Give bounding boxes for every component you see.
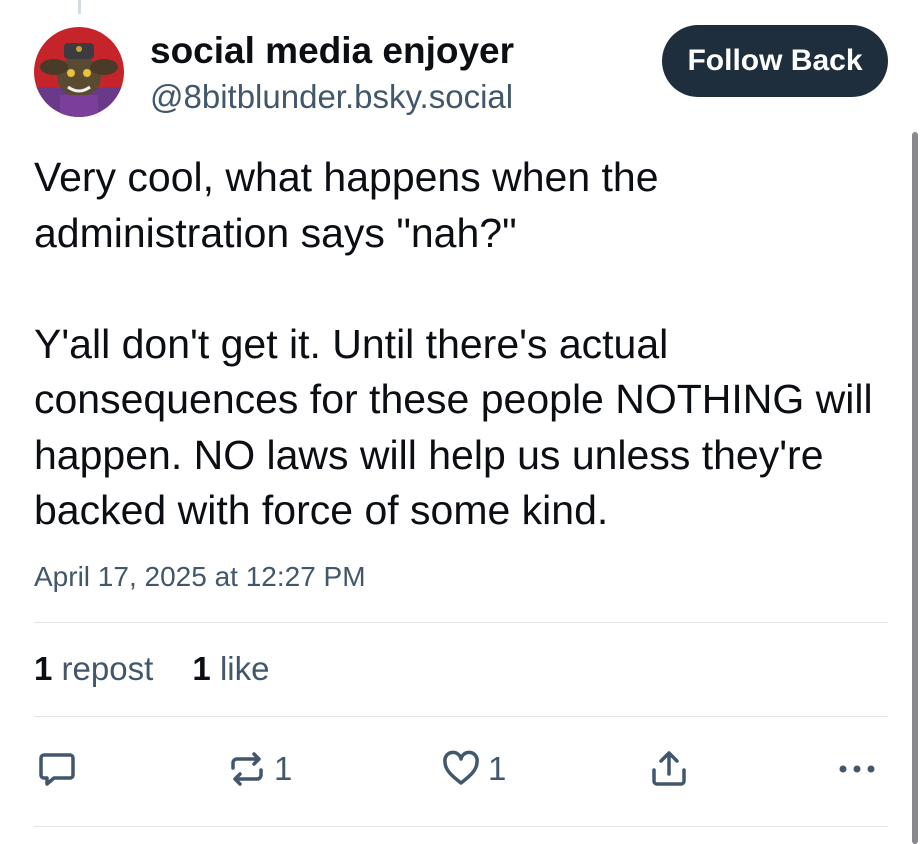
reposts-count: 1 bbox=[34, 650, 53, 687]
share-button[interactable] bbox=[648, 748, 690, 790]
thread-connector-line bbox=[78, 0, 81, 14]
divider bbox=[34, 716, 888, 717]
post-text: Very cool, what happens when the adminis… bbox=[34, 150, 894, 539]
reply-icon bbox=[39, 753, 75, 786]
divider bbox=[34, 826, 888, 827]
author-display-name[interactable]: social media enjoyer bbox=[150, 30, 514, 72]
avatar[interactable] bbox=[34, 27, 124, 117]
reply-button[interactable] bbox=[36, 748, 78, 790]
repost-count: 1 bbox=[274, 750, 293, 787]
avatar-image bbox=[34, 27, 124, 117]
scrollbar[interactable] bbox=[912, 132, 918, 844]
like-button[interactable]: 1 bbox=[440, 748, 506, 790]
repost-icon bbox=[231, 752, 263, 786]
likes-count: 1 bbox=[192, 650, 211, 687]
more-options-button[interactable] bbox=[836, 748, 878, 790]
post-timestamp: April 17, 2025 at 12:27 PM bbox=[34, 561, 366, 592]
post-paragraph: Y'all don't get it. Until there's actual… bbox=[34, 320, 873, 534]
author-handle[interactable]: @8bitblunder.bsky.social bbox=[150, 78, 513, 116]
repost-button[interactable]: 1 bbox=[226, 748, 292, 790]
divider bbox=[34, 622, 888, 623]
post-stats: 1 repost 1 like bbox=[34, 650, 299, 688]
reposts-stat[interactable]: 1 repost bbox=[34, 650, 153, 687]
reposts-label: repost bbox=[61, 650, 154, 687]
follow-back-button[interactable]: Follow Back bbox=[662, 25, 888, 97]
like-count: 1 bbox=[488, 750, 507, 787]
likes-stat[interactable]: 1 like bbox=[192, 650, 269, 687]
heart-icon bbox=[443, 750, 479, 785]
likes-label: like bbox=[219, 650, 270, 687]
share-icon bbox=[652, 751, 686, 786]
post-paragraph: Very cool, what happens when the adminis… bbox=[34, 154, 659, 256]
more-icon bbox=[839, 765, 875, 773]
